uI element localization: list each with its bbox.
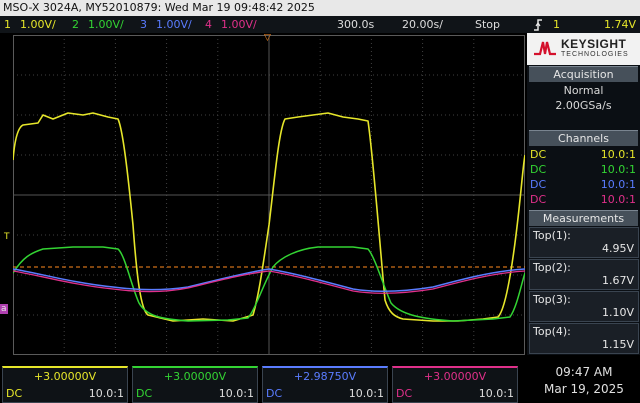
ground-reference-marker[interactable]: a xyxy=(0,304,8,314)
acquisition-mode: Normal xyxy=(563,84,604,97)
title-text: MSO-X 3024A, MY52010879: Wed Mar 19 09:4… xyxy=(3,1,315,14)
measurement-value: 1.15V xyxy=(601,338,634,351)
ch2-scale[interactable]: 1.00V/ xyxy=(88,16,124,33)
measurement-value: 1.67V xyxy=(601,274,634,287)
trigger-level[interactable]: 1.74V xyxy=(604,16,636,33)
coupling: DC xyxy=(530,148,547,161)
channel-row-2[interactable]: DC 10.0:1 xyxy=(530,162,636,177)
ch1-number[interactable]: 1 xyxy=(4,16,11,33)
ch2-number[interactable]: 2 xyxy=(72,16,79,33)
probe-ratio: 10.0:1 xyxy=(600,193,636,206)
probe-ratio: 10.0:1 xyxy=(600,163,636,176)
status-bar: 1 1.00V/ 2 1.00V/ 3 1.00V/ 4 1.00V/ 300.… xyxy=(0,16,640,33)
bottom-bar: +3.00000V DC 10.0:1 +3.00000V DC 10.0:1 … xyxy=(0,360,640,403)
measurement-top-1[interactable]: Top(1): 4.95V xyxy=(529,227,639,258)
time-delay[interactable]: 300.0s xyxy=(337,16,374,33)
coupling: DC xyxy=(530,178,547,191)
ch4-number[interactable]: 4 xyxy=(205,16,212,33)
channel-1-softkey[interactable]: +3.00000V DC 10.0:1 xyxy=(2,366,128,403)
channel-probe: 10.0:1 xyxy=(218,387,254,400)
acquisition-header[interactable]: Acquisition xyxy=(529,66,638,82)
channel-offset: +3.00000V xyxy=(163,370,227,383)
clock-date: Mar 19, 2025 xyxy=(544,382,624,396)
channel-probe: 10.0:1 xyxy=(478,387,514,400)
measurements-header[interactable]: Measurements xyxy=(529,210,638,226)
ch3-number[interactable]: 3 xyxy=(140,16,147,33)
waveform-display[interactable] xyxy=(13,35,525,355)
channel-offset: +2.98750V xyxy=(293,370,357,383)
channel-row-1[interactable]: DC 10.0:1 xyxy=(530,147,636,162)
coupling: DC xyxy=(530,193,547,206)
channel-row-3[interactable]: DC 10.0:1 xyxy=(530,177,636,192)
measurement-label: Top(2): xyxy=(533,261,571,274)
channel-offset: +3.00000V xyxy=(33,370,97,383)
keysight-logo: KEYSIGHT TECHNOLOGIES xyxy=(527,33,640,65)
oscilloscope-screen: MSO-X 3024A, MY52010879: Wed Mar 19 09:4… xyxy=(0,0,640,403)
sample-rate: 2.00GSa/s xyxy=(555,99,612,112)
trigger-edge-icon[interactable] xyxy=(533,16,543,33)
keysight-wave-icon xyxy=(534,41,556,56)
title-bar: MSO-X 3024A, MY52010879: Wed Mar 19 09:4… xyxy=(0,0,640,16)
brand-sub: TECHNOLOGIES xyxy=(561,51,629,58)
channel-row-4[interactable]: DC 10.0:1 xyxy=(530,192,636,207)
clock-time: 09:47 AM xyxy=(555,365,613,379)
ch4-scale[interactable]: 1.00V/ xyxy=(221,16,257,33)
clock: 09:47 AM Mar 19, 2025 xyxy=(530,364,638,398)
right-panel: KEYSIGHT TECHNOLOGIES Acquisition Normal… xyxy=(527,33,640,355)
channel-coupling: DC xyxy=(266,387,283,400)
channel-coupling: DC xyxy=(136,387,153,400)
ch3-scale[interactable]: 1.00V/ xyxy=(156,16,192,33)
channel-3-softkey[interactable]: +2.98750V DC 10.0:1 xyxy=(262,366,388,403)
measurement-top-4[interactable]: Top(4): 1.15V xyxy=(529,323,639,354)
measurement-top-2[interactable]: Top(2): 1.67V xyxy=(529,259,639,290)
channel-coupling: DC xyxy=(396,387,413,400)
coupling: DC xyxy=(530,163,547,176)
channel-4-softkey[interactable]: +3.00000V DC 10.0:1 xyxy=(392,366,518,403)
brand-name: KEYSIGHT xyxy=(561,37,627,51)
measurement-value: 1.10V xyxy=(601,306,634,319)
probe-ratio: 10.0:1 xyxy=(600,178,636,191)
trigger-position-marker[interactable]: ▽ xyxy=(264,33,271,43)
channel-probe: 10.0:1 xyxy=(88,387,124,400)
time-scale[interactable]: 20.00s/ xyxy=(402,16,443,33)
measurement-label: Top(1): xyxy=(533,229,571,242)
measurement-value: 4.95V xyxy=(601,242,634,255)
channels-header[interactable]: Channels xyxy=(529,130,638,146)
trigger-level-marker[interactable]: T xyxy=(4,232,10,242)
ch1-scale[interactable]: 1.00V/ xyxy=(20,16,56,33)
probe-ratio: 10.0:1 xyxy=(600,148,636,161)
measurement-top-3[interactable]: Top(3): 1.10V xyxy=(529,291,639,322)
run-state[interactable]: Stop xyxy=(475,16,500,33)
measurement-label: Top(3): xyxy=(533,293,571,306)
channel-coupling: DC xyxy=(6,387,23,400)
graticule xyxy=(13,35,525,355)
channel-2-softkey[interactable]: +3.00000V DC 10.0:1 xyxy=(132,366,258,403)
channel-probe: 10.0:1 xyxy=(348,387,384,400)
channel-offset: +3.00000V xyxy=(423,370,487,383)
measurement-label: Top(4): xyxy=(533,325,571,338)
trigger-source[interactable]: 1 xyxy=(553,16,560,33)
